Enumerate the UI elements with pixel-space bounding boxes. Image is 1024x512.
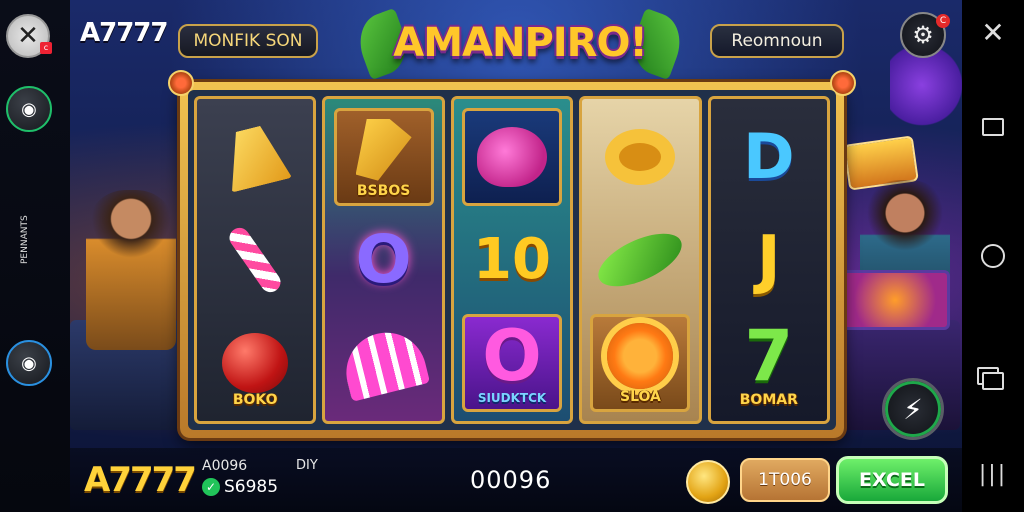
symbol-cell: O: [334, 211, 434, 309]
bottom-bar: A7777 A0096 ✓ S6985 DIY 00096 1T006 EXCE…: [70, 448, 962, 512]
seven-icon: 7: [744, 315, 794, 398]
camera-button[interactable]: ◉: [6, 86, 52, 132]
coin-icon: [686, 460, 730, 504]
bet-button[interactable]: 1T006: [740, 458, 830, 502]
symbol-label: SLOA: [619, 389, 661, 406]
win-value: 00096: [470, 466, 552, 494]
symbol-cell: BOKO: [205, 314, 305, 412]
settings-badge: C: [936, 14, 950, 28]
symbol-cell: 10: [462, 211, 562, 309]
return-button[interactable]: Reomnoun: [710, 24, 844, 58]
apple-icon: [222, 333, 289, 394]
lightning-icon: ⚡: [903, 392, 923, 426]
symbol-cell: O SIUDKTCK: [462, 314, 563, 413]
win-label: DIY: [296, 458, 318, 473]
spin-button[interactable]: EXCEL: [836, 456, 948, 504]
wedge-icon: [355, 118, 412, 181]
reel-5: D J 7 BOMAR: [707, 96, 831, 424]
game-title-logo: AMANPIRO!: [351, 6, 689, 86]
game-area: A7777 MONFIK SON AMANPIRO! Reomnoun ⚙ C …: [70, 0, 962, 512]
menu-bars-icon[interactable]: |||: [962, 462, 1024, 487]
symbol-cell: J: [719, 211, 819, 309]
symbol-cell: D: [719, 108, 819, 206]
reels-frame: BOKO BSBOS O 10 O SIUDKTCK SLOA D J 7 BO…: [168, 70, 856, 438]
close-icon[interactable]: ✕: [962, 16, 1024, 49]
left-rail: ✕ c ◉ PENNANTS ◉: [0, 0, 70, 512]
brand-logo: A7777: [80, 18, 168, 48]
reels-grid: BOKO BSBOS O 10 O SIUDKTCK SLOA D J 7 BO…: [188, 90, 836, 430]
letter-j-icon: J: [756, 222, 781, 297]
leaf-icon: [591, 222, 690, 298]
game-title: AMANPIRO!: [393, 20, 647, 66]
fish-icon: [477, 126, 548, 187]
letter-d-icon: D: [743, 120, 795, 194]
symbol-cell: [205, 108, 305, 206]
reel-1: BOKO: [194, 96, 317, 424]
umbrella-icon: [337, 324, 430, 403]
record-icon: ◉: [21, 352, 37, 374]
check-icon: ✓: [202, 478, 220, 496]
symbol-cell: SLOA: [590, 314, 691, 413]
camera-icon: ◉: [21, 98, 37, 120]
ten-icon: 10: [473, 227, 551, 293]
home-icon[interactable]: [962, 244, 1024, 268]
side-label: PENNANTS: [20, 215, 30, 265]
symbol-label: BOKO: [232, 392, 278, 409]
turbo-button[interactable]: ⚡: [882, 378, 944, 440]
symbol-cell: [590, 211, 690, 309]
reel-3: 10 O SIUDKTCK: [450, 96, 574, 424]
notification-badge: c: [40, 42, 52, 54]
window-icon[interactable]: [962, 118, 1024, 136]
letter-o-icon: O: [482, 315, 542, 398]
symbol-cell: [590, 108, 690, 206]
close-button[interactable]: ✕ c: [6, 14, 52, 58]
brand-logo-bottom: A7777: [84, 460, 197, 500]
letter-o-icon: O: [355, 221, 412, 299]
bg-character-left: [86, 190, 176, 350]
symbol-cell: 7 BOMAR: [719, 314, 819, 412]
balance-label: A0096: [202, 458, 248, 474]
gauge-icon: ⚙: [912, 21, 934, 49]
ring-icon: [605, 128, 676, 185]
symbol-cell: BSBOS: [333, 107, 434, 206]
bell-icon: [218, 121, 292, 192]
candy-cane-icon: [225, 223, 285, 297]
symbol-cell: [462, 107, 563, 206]
symbol-cell: [205, 211, 305, 309]
mode-button[interactable]: MONFIK SON: [178, 24, 318, 58]
symbol-label: SIUDKTCK: [477, 391, 547, 406]
reel-4: SLOA: [579, 96, 702, 424]
record-button[interactable]: ◉: [6, 340, 52, 386]
symbol-cell: [334, 314, 434, 412]
close-icon: ✕: [17, 21, 39, 51]
balance-value: S6985: [224, 477, 279, 497]
symbol-label: BOMAR: [739, 392, 798, 409]
system-nav: ✕ |||: [962, 0, 1024, 512]
sun-icon: [607, 323, 674, 390]
settings-button[interactable]: ⚙ C: [900, 12, 950, 58]
symbol-label: BSBOS: [356, 182, 411, 199]
reel-2: BSBOS O: [322, 96, 445, 424]
arcade-screen: [840, 270, 950, 330]
recents-icon[interactable]: [962, 372, 1024, 390]
